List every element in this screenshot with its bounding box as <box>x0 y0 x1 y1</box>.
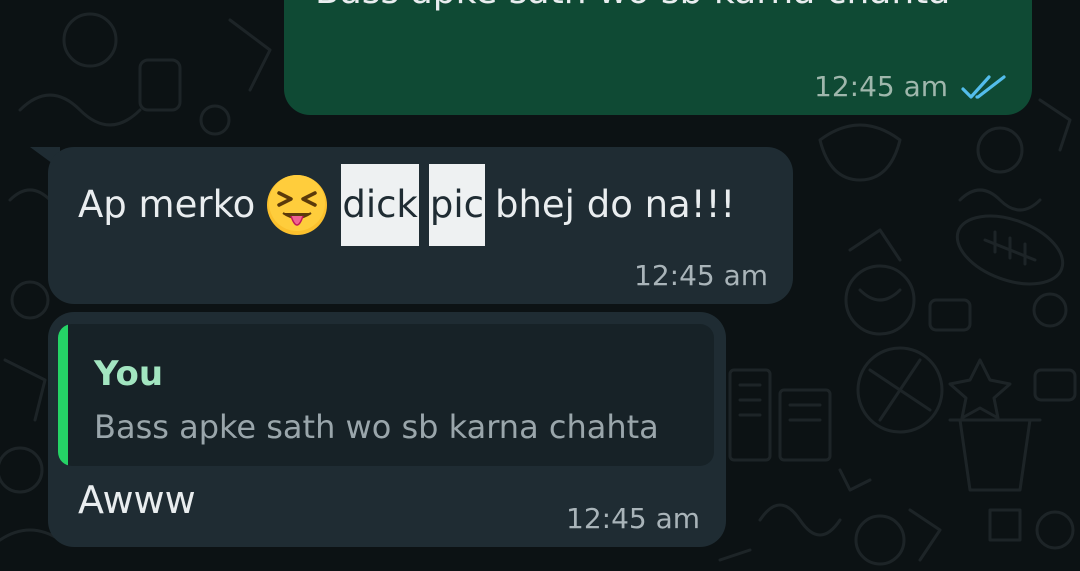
quote-accent-bar <box>58 324 68 466</box>
double-check-read-icon <box>961 75 1006 99</box>
message-text: Awww <box>78 478 196 522</box>
highlighted-word: dick <box>341 164 419 246</box>
message-timestamp: 12:45 am <box>814 70 949 103</box>
message-timestamp: 12:45 am <box>566 502 701 535</box>
highlighted-word: pic <box>428 164 485 246</box>
quoted-message[interactable]: You Bass apke sath wo sb karna chahta <box>58 324 714 466</box>
incoming-message-bubble[interactable]: Ap merko dick pic bhej do na!!! 12:45 am <box>48 147 793 304</box>
message-text: Bass apke sath wo sb karna chahta <box>315 0 950 14</box>
message-text: Ap merko dick pic bhej do na!!! <box>78 164 736 246</box>
chat-view: Bass apke sath wo sb karna chahta 12:45 … <box>0 0 1080 571</box>
message-text-part: Ap merko <box>78 183 256 226</box>
squinting-face-with-tongue-emoji <box>267 175 328 235</box>
message-text-part: bhej do na!!! <box>494 183 736 226</box>
quoted-text: Bass apke sath wo sb karna chahta <box>94 408 659 446</box>
outgoing-message-bubble[interactable]: Bass apke sath wo sb karna chahta 12:45 … <box>284 0 1032 115</box>
incoming-reply-message-bubble[interactable]: You Bass apke sath wo sb karna chahta Aw… <box>48 312 726 547</box>
quoted-author: You <box>94 354 164 394</box>
message-timestamp: 12:45 am <box>634 259 769 292</box>
